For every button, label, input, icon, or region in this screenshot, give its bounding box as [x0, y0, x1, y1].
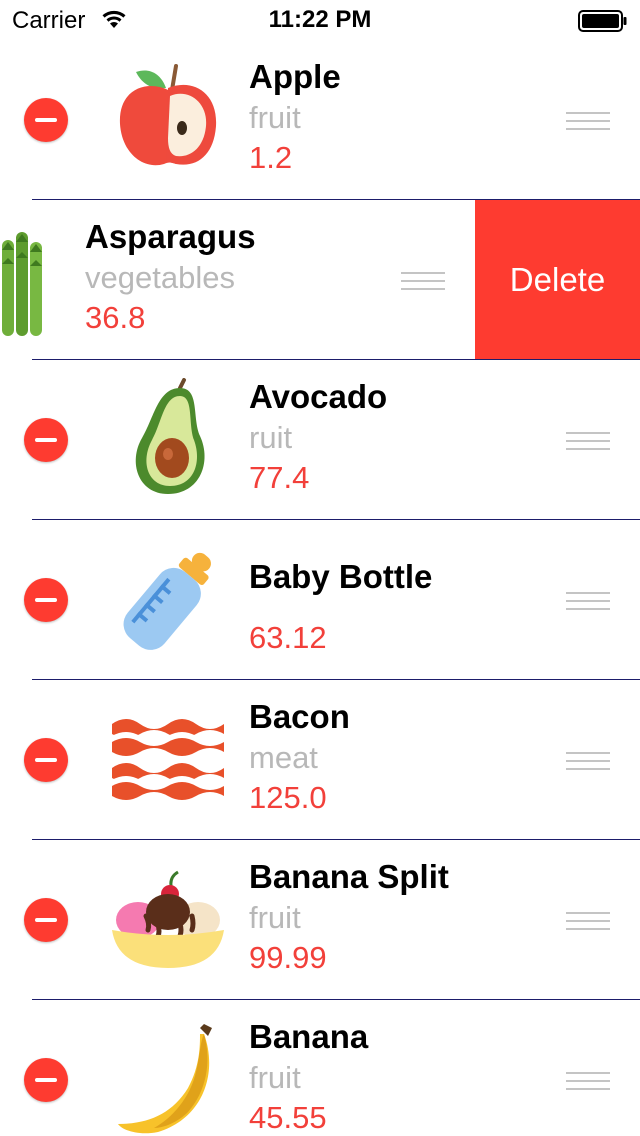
row-value: 45.55 — [249, 1100, 327, 1135]
table-row-bacon[interactable]: Bacon meat 125.0 — [0, 680, 640, 840]
status-bar: Carrier 11:22 PM — [0, 0, 640, 40]
row-title: Baby Bottle — [249, 558, 433, 595]
reorder-grip-icon[interactable] — [566, 1072, 610, 1090]
delete-toggle-button[interactable] — [24, 98, 68, 142]
delete-toggle-button[interactable] — [24, 898, 68, 942]
row-category: fruit — [249, 900, 301, 935]
delete-toggle-button[interactable] — [24, 738, 68, 782]
battery-icon — [578, 10, 628, 37]
banana-icon — [108, 1022, 228, 1136]
table-row-avocado[interactable]: Avocado ruit 77.4 — [0, 360, 640, 520]
row-category: fruit — [249, 1060, 301, 1095]
table-row-banana-split[interactable]: Banana Split fruit 99.99 — [0, 840, 640, 1000]
reorder-grip-icon[interactable] — [566, 592, 610, 610]
row-value: 125.0 — [249, 780, 327, 815]
table-row-banana[interactable]: Banana fruit 45.55 — [0, 1000, 640, 1136]
reorder-grip-icon[interactable] — [566, 112, 610, 130]
bacon-icon — [108, 704, 228, 824]
row-title: Avocado — [249, 378, 388, 415]
table-row-apple[interactable]: Apple fruit 1.2 — [0, 40, 640, 200]
row-value: 63.12 — [249, 620, 327, 655]
row-title: Asparagus — [85, 218, 256, 255]
row-title: Apple — [249, 58, 341, 95]
delete-toggle-button[interactable] — [24, 418, 68, 462]
table-row-baby-bottle[interactable]: Baby Bottle 63.12 — [0, 520, 640, 680]
row-value: 36.8 — [85, 300, 146, 335]
banana-split-icon — [108, 864, 228, 984]
avocado-icon — [108, 378, 228, 498]
row-title: Bacon — [249, 698, 350, 735]
table-row-asparagus[interactable]: Asparagus vegetables 36.8 Delete — [0, 200, 640, 360]
row-title: Banana Split — [249, 858, 449, 895]
reorder-grip-icon[interactable] — [566, 752, 610, 770]
status-time: 11:22 PM — [268, 6, 372, 33]
row-title: Banana — [249, 1018, 369, 1055]
delete-button[interactable]: Delete — [475, 200, 640, 360]
delete-toggle-button[interactable] — [24, 1058, 68, 1102]
reorder-grip-icon[interactable] — [566, 912, 610, 930]
row-content-swiped[interactable]: Asparagus vegetables 36.8 — [0, 200, 475, 359]
row-category: ruit — [249, 420, 293, 455]
apple-icon — [108, 58, 228, 178]
row-category: meat — [249, 740, 318, 775]
reorder-grip-icon[interactable] — [401, 272, 445, 290]
row-category: fruit — [249, 100, 301, 135]
row-category: vegetables — [85, 260, 235, 295]
row-value: 99.99 — [249, 940, 327, 975]
row-value: 77.4 — [249, 460, 310, 495]
asparagus-icon — [0, 220, 64, 340]
baby-bottle-icon — [108, 542, 228, 662]
delete-toggle-button[interactable] — [24, 578, 68, 622]
reorder-grip-icon[interactable] — [566, 432, 610, 450]
row-value: 1.2 — [249, 140, 293, 175]
